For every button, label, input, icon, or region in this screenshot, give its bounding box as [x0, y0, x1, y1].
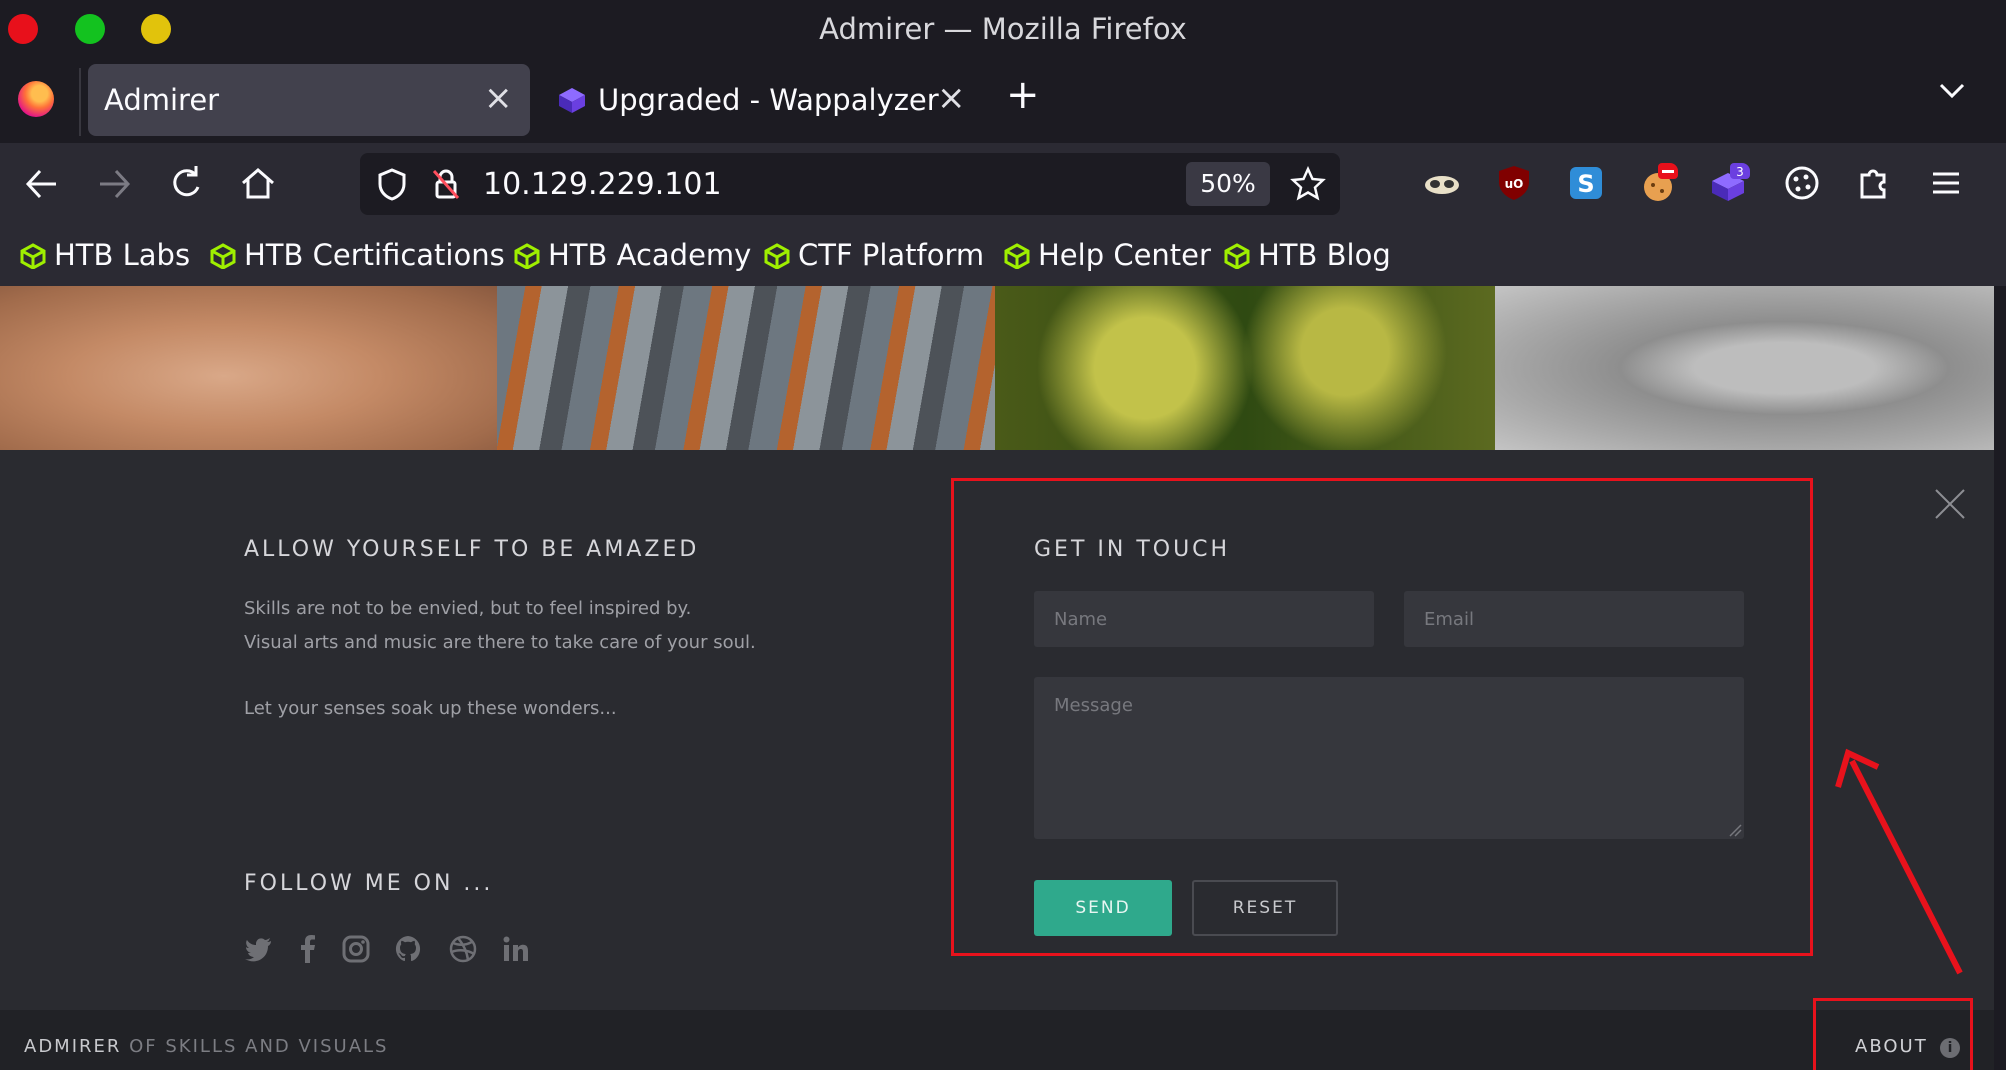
github-icon[interactable]: [393, 934, 423, 964]
gallery-image-green-abstract[interactable]: [995, 286, 1495, 450]
reload-icon: [173, 166, 200, 197]
bookmark-help-center[interactable]: Help Center: [1004, 238, 1211, 272]
extensions-puzzle-icon[interactable]: [1854, 163, 1894, 203]
footer-brand-tagline: OF SKILLS AND VISUALS: [129, 1036, 389, 1057]
gallery-image-bw-portrait[interactable]: [1495, 286, 1994, 450]
wappalyzer-icon: [559, 88, 585, 113]
page-footer: ADMIRER OF SKILLS AND VISUALS ABOUT: [0, 1010, 1994, 1070]
window-edge: [1994, 286, 2006, 1070]
wappalyzer-extension-icon[interactable]: 3: [1710, 163, 1750, 203]
forward-button[interactable]: [91, 161, 137, 207]
reload-button[interactable]: [163, 161, 209, 207]
home-button[interactable]: [235, 161, 281, 207]
gallery-banner: [0, 286, 1994, 450]
bookmark-label: HTB Certifications: [244, 238, 505, 272]
window-title: Admirer — Mozilla Firefox: [819, 12, 1187, 46]
htb-cube-icon: [514, 243, 540, 269]
gallery-image-industrial[interactable]: [497, 286, 995, 450]
about-text-line1: Skills are not to be envied, but to feel…: [244, 598, 692, 619]
url-bar[interactable]: 10.129.229.101 50%: [360, 153, 1340, 215]
linkedin-icon[interactable]: [501, 934, 531, 964]
bookmark-label: HTB Blog: [1258, 238, 1391, 272]
svg-text:S: S: [1577, 170, 1594, 198]
twitter-icon[interactable]: [244, 934, 274, 964]
tab-label: Admirer: [104, 83, 220, 117]
cookie-editor-icon[interactable]: [1782, 163, 1822, 203]
bookmark-label: HTB Academy: [548, 238, 752, 272]
footer-brand-name: ADMIRER: [24, 1036, 122, 1057]
about-text-line2: Visual arts and music are there to take …: [244, 632, 756, 653]
vpn-extension-icon[interactable]: [1422, 163, 1462, 203]
bookmark-label: Help Center: [1038, 238, 1211, 272]
dribbble-icon[interactable]: [448, 934, 478, 964]
tab-wappalyzer[interactable]: Upgraded - Wappalyzer ×: [540, 64, 980, 136]
bookmark-htb-academy[interactable]: HTB Academy: [514, 238, 751, 272]
htb-cube-icon: [1224, 243, 1250, 269]
ublock-origin-icon[interactable]: uO: [1494, 163, 1534, 203]
facebook-icon[interactable]: [293, 934, 323, 964]
htb-cube-icon: [764, 243, 790, 269]
htb-cube-icon: [210, 243, 236, 269]
tab-bar: Admirer × Upgraded - Wappalyzer × +: [0, 62, 2006, 143]
stylus-extension-icon[interactable]: S: [1566, 163, 1606, 203]
bookmark-label: CTF Platform: [798, 238, 985, 272]
shield-icon[interactable]: [376, 167, 408, 201]
zoom-level-button[interactable]: 50%: [1186, 162, 1270, 206]
instagram-icon[interactable]: [341, 934, 371, 964]
close-overlay-icon[interactable]: [1930, 484, 1970, 524]
home-icon: [242, 168, 274, 199]
url-text[interactable]: 10.129.229.101: [483, 167, 722, 202]
annotation-box-about: [1813, 998, 1973, 1070]
htb-cube-icon: [1004, 243, 1030, 269]
window-titlebar: Admirer — Mozilla Firefox: [0, 0, 2006, 62]
follow-heading: FOLLOW ME ON ...: [244, 871, 494, 896]
tab-close-button[interactable]: ×: [484, 78, 513, 118]
extension-badge: 3: [1736, 165, 1744, 179]
tab-close-button[interactable]: ×: [937, 78, 966, 118]
bookmark-ctf-platform[interactable]: CTF Platform: [764, 238, 984, 272]
cookie-extension-icon[interactable]: [1638, 163, 1678, 203]
new-tab-button[interactable]: +: [1006, 72, 1040, 118]
forward-arrow-icon: [100, 169, 131, 199]
navigation-toolbar: 10.129.229.101 50% uO S 3: [0, 143, 2006, 226]
annotation-box-contact-form: [951, 478, 1813, 956]
tab-label: Upgraded - Wappalyzer: [598, 83, 939, 117]
bookmark-label: HTB Labs: [54, 238, 191, 272]
svg-text:uO: uO: [1505, 177, 1524, 191]
bookmark-htb-blog[interactable]: HTB Blog: [1224, 238, 1391, 272]
back-arrow-icon: [25, 169, 56, 199]
about-text-line3: Let your senses soak up these wonders...: [244, 698, 617, 719]
bookmark-htb-certifications[interactable]: HTB Certifications: [210, 238, 505, 272]
back-button[interactable]: [19, 161, 65, 207]
hamburger-menu-icon[interactable]: [1926, 163, 1966, 203]
list-all-tabs-icon[interactable]: [1937, 76, 1967, 114]
tab-separator: [79, 68, 81, 136]
annotation-arrow: [1835, 748, 1963, 975]
tab-admirer[interactable]: Admirer ×: [88, 64, 530, 136]
insecure-lock-icon[interactable]: [430, 167, 462, 201]
htb-cube-icon: [20, 243, 46, 269]
footer-brand: ADMIRER OF SKILLS AND VISUALS: [24, 1036, 388, 1057]
gallery-image-portrait-sepia[interactable]: [0, 286, 497, 450]
bookmark-htb-labs[interactable]: HTB Labs: [20, 238, 190, 272]
about-heading: ALLOW YOURSELF TO BE AMAZED: [244, 537, 700, 562]
bookmarks-toolbar: HTB Labs HTB Certifications HTB Academy …: [0, 226, 2006, 286]
firefox-logo-icon[interactable]: [18, 81, 54, 117]
star-bookmark-icon[interactable]: [1290, 166, 1326, 202]
